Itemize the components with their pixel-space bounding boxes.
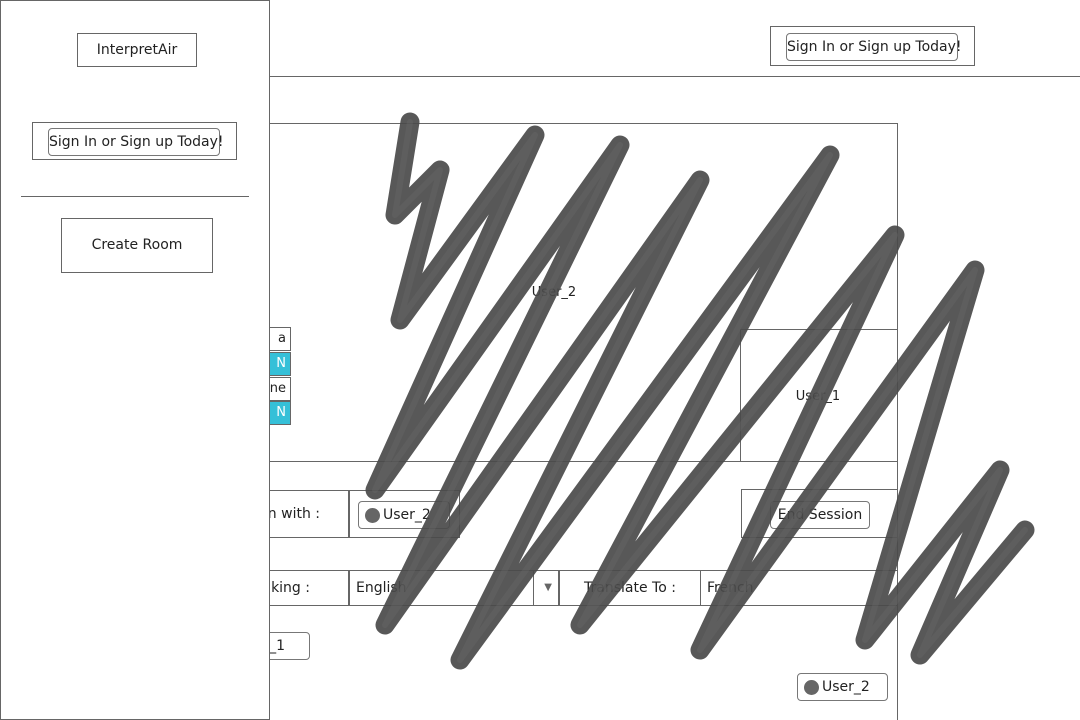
message-user-chip[interactable]: User_2 [797, 673, 888, 701]
user-avatar-dot [804, 680, 819, 695]
speaking-language-value: English [356, 580, 407, 596]
end-session-button[interactable]: End Session [770, 501, 870, 529]
translate-language-value: French [707, 580, 754, 596]
message-user-name: User_2 [822, 679, 870, 695]
sidebar-divider [21, 196, 249, 197]
speaking-language-select[interactable]: English ▼ [349, 570, 559, 606]
select-separator [533, 571, 534, 605]
translate-to-label: Translate To : [559, 570, 700, 606]
sidebar [0, 0, 270, 720]
app-logo: InterpretAir [77, 33, 197, 67]
remote-video-label: User_2 [531, 285, 577, 300]
translate-language-select[interactable]: French [700, 570, 898, 606]
create-room-button[interactable]: Create Room [61, 218, 213, 273]
sidebar-signin-button[interactable]: Sign In or Sign up Today! [48, 128, 224, 156]
session-partner-name: User_2 [383, 507, 431, 523]
local-video-label: User_1 [795, 389, 841, 404]
chevron-down-icon[interactable]: ▼ [544, 571, 552, 605]
user-avatar-dot [365, 508, 380, 523]
header-divider [269, 76, 1080, 77]
header-signin-button[interactable]: Sign In or Sign up Today! [786, 33, 962, 61]
session-partner-chip[interactable]: User_2 [358, 501, 450, 529]
